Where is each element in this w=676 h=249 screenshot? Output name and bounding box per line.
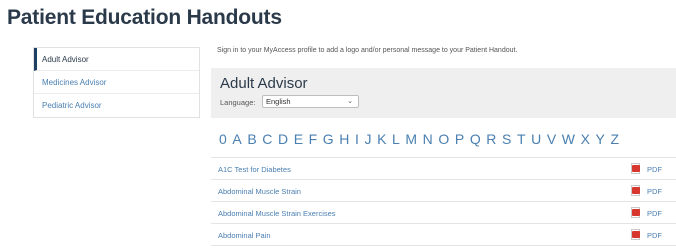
language-select[interactable]: English ⌄ — [262, 95, 359, 108]
alphabet-letter-z[interactable]: Z — [610, 131, 619, 147]
pdf-icon — [631, 185, 641, 197]
alphabet-letter-y[interactable]: Y — [596, 131, 605, 147]
handout-title-link[interactable]: Abdominal Muscle Strain Exercises — [218, 209, 336, 218]
pdf-icon — [631, 229, 641, 241]
alphabet-letter-q[interactable]: Q — [470, 131, 481, 147]
alphabet-letter-n[interactable]: N — [423, 131, 433, 147]
handout-title-link[interactable]: Abdominal Muscle Strain — [218, 187, 301, 196]
alphabet-letter-k[interactable]: K — [377, 131, 386, 147]
handout-row: Abdominal Pain PDF — [211, 224, 676, 246]
pdf-link-label: PDF — [647, 208, 662, 218]
pdf-download-link[interactable]: PDF — [631, 207, 662, 219]
handout-row: Abdominal Muscle Strain Exercises PDF — [211, 202, 676, 224]
alphabet-nav: 0ABCDEFGHIJKLMNOPQRSTUVWXYZ — [219, 131, 625, 147]
pdf-download-link[interactable]: PDF — [631, 185, 662, 197]
alphabet-letter-a[interactable]: A — [232, 131, 241, 147]
handout-row: Abdominal Muscle Strain PDF — [211, 180, 676, 202]
pdf-link-label: PDF — [647, 186, 662, 196]
alphabet-letter-h[interactable]: H — [339, 131, 349, 147]
alphabet-letter-e[interactable]: E — [294, 131, 303, 147]
pdf-icon — [631, 207, 641, 219]
pdf-download-link[interactable]: PDF — [631, 163, 662, 175]
page-title: Patient Education Handouts — [7, 6, 282, 29]
alphabet-letter-g[interactable]: G — [323, 131, 334, 147]
sidebar-item-pediatric-advisor[interactable]: Pediatric Advisor — [34, 94, 199, 117]
advisor-sidebar: Adult Advisor Medicines Advisor Pediatri… — [33, 47, 200, 118]
alphabet-letter-l[interactable]: L — [392, 131, 400, 147]
alphabet-letter-i[interactable]: I — [355, 131, 359, 147]
advisor-header-panel: Adult Advisor Language: English ⌄ — [211, 68, 676, 118]
alphabet-letter-v[interactable]: V — [547, 131, 556, 147]
pdf-link-label: PDF — [647, 230, 662, 240]
alphabet-letter-0[interactable]: 0 — [219, 131, 227, 147]
alphabet-letter-c[interactable]: C — [262, 131, 272, 147]
sidebar-item-medicines-advisor[interactable]: Medicines Advisor — [34, 71, 199, 94]
language-label: Language: — [220, 98, 256, 107]
pdf-link-label: PDF — [647, 164, 662, 174]
alphabet-letter-t[interactable]: T — [517, 131, 526, 147]
alphabet-letter-f[interactable]: F — [309, 131, 318, 147]
handout-title-link[interactable]: A1C Test for Diabetes — [218, 165, 291, 174]
alphabet-letter-s[interactable]: S — [502, 131, 511, 147]
alphabet-letter-o[interactable]: O — [438, 131, 449, 147]
alphabet-letter-x[interactable]: X — [581, 131, 590, 147]
handout-row: A1C Test for Diabetes PDF — [211, 158, 676, 180]
advisor-title: Adult Advisor — [220, 75, 308, 92]
pdf-download-link[interactable]: PDF — [631, 229, 662, 241]
alphabet-letter-p[interactable]: P — [455, 131, 464, 147]
pdf-icon — [631, 163, 641, 175]
signin-notice[interactable]: Sign in to your MyAccess profile to add … — [217, 47, 517, 54]
handout-title-link[interactable]: Abdominal Pain — [218, 231, 271, 240]
sidebar-item-adult-advisor[interactable]: Adult Advisor — [34, 48, 199, 71]
chevron-down-icon: ⌄ — [347, 98, 353, 105]
language-select-value: English — [266, 97, 291, 106]
alphabet-letter-j[interactable]: J — [364, 131, 371, 147]
alphabet-letter-b[interactable]: B — [247, 131, 256, 147]
alphabet-letter-r[interactable]: R — [486, 131, 496, 147]
alphabet-letter-m[interactable]: M — [405, 131, 417, 147]
alphabet-letter-u[interactable]: U — [531, 131, 541, 147]
handout-list: A1C Test for Diabetes PDF Abdominal Muscle… — [211, 157, 676, 246]
alphabet-letter-w[interactable]: W — [562, 131, 575, 147]
alphabet-letter-d[interactable]: D — [278, 131, 288, 147]
